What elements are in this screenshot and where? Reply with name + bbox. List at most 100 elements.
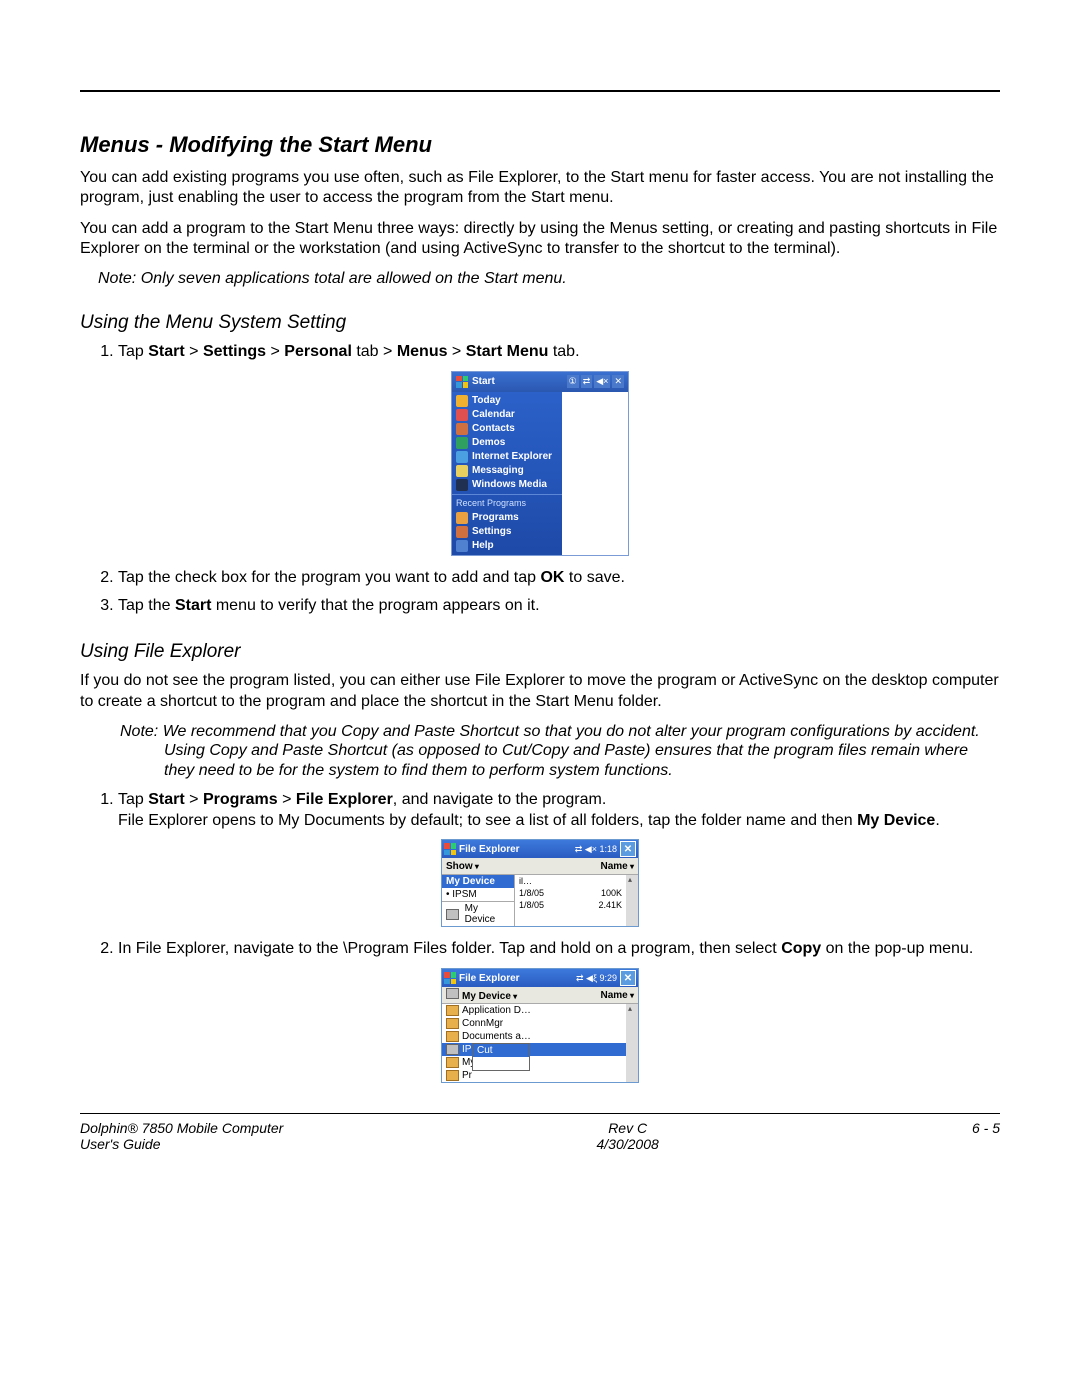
- start-menu-item-media[interactable]: Windows Media: [452, 478, 562, 492]
- windows-logo-icon: [456, 376, 468, 388]
- windows-logo-icon: [444, 843, 456, 855]
- start-menu-item-programs[interactable]: Programs: [452, 511, 562, 525]
- sort-dropdown[interactable]: Name: [601, 861, 635, 872]
- label: Contacts: [472, 423, 515, 434]
- figure-start-menu: Start ① ⇄ ◀× ✕ Today Calendar Contacts D…: [80, 371, 1000, 556]
- folder-icon: [446, 1031, 459, 1042]
- list-item: In File Explorer, navigate to the \Progr…: [118, 939, 1000, 960]
- tray-icon: ◀×: [594, 375, 610, 388]
- context-menu-cut[interactable]: Cut: [473, 1044, 529, 1057]
- label: Pr: [462, 1070, 472, 1081]
- fe-side-my-device[interactable]: My Device: [442, 875, 514, 888]
- product-name: Dolphin® 7850 Mobile Computer: [80, 1120, 283, 1136]
- fe-side-panel: My Device • IPSM My Device: [442, 875, 515, 926]
- fe-title: File Explorer: [459, 973, 573, 984]
- card-icon: [446, 1044, 459, 1055]
- scrollbar[interactable]: [626, 1004, 638, 1082]
- text: >: [266, 343, 284, 360]
- label: My Device: [465, 903, 510, 925]
- date: 1/8/05: [519, 888, 544, 898]
- figure-file-explorer-1: File Explorer ⇄ ◀× 1:18 ✕ Show Name My D…: [80, 839, 1000, 927]
- settings-icon: [456, 526, 468, 538]
- start-menu-item-contacts[interactable]: Contacts: [452, 422, 562, 436]
- programs-icon: [456, 512, 468, 524]
- label: Programs: [472, 512, 519, 523]
- bold-text: Personal: [284, 343, 352, 360]
- numbered-list: In File Explorer, navigate to the \Progr…: [80, 939, 1000, 960]
- close-icon[interactable]: ✕: [620, 970, 636, 986]
- fe-body: Application D… ConnMgr Documents a… IP C…: [442, 1004, 638, 1082]
- text: File Explorer opens to My Documents by d…: [118, 812, 857, 829]
- fe-toolbar: My Device Name: [442, 987, 638, 1004]
- text: >: [185, 791, 203, 808]
- fe-item-connmgr[interactable]: ConnMgr: [442, 1017, 626, 1030]
- text: .: [935, 812, 939, 829]
- fe-body: My Device • IPSM My Device il… 1/8/05100…: [442, 875, 638, 926]
- device-icon: [446, 988, 459, 999]
- sort-dropdown[interactable]: Name: [601, 990, 635, 1001]
- close-icon[interactable]: ✕: [620, 841, 636, 857]
- start-menu-tray: ① ⇄ ◀× ✕: [567, 375, 624, 388]
- label: Application D…: [462, 1005, 531, 1016]
- fe-item-documents[interactable]: Documents a…: [442, 1030, 626, 1043]
- start-menu-item-ie[interactable]: Internet Explorer: [452, 450, 562, 464]
- paragraph: If you do not see the program listed, yo…: [80, 671, 1000, 712]
- fe-row: il…: [515, 875, 626, 887]
- fe-tray: ⇄ ◀× 1:18: [575, 844, 617, 855]
- paragraph: You can add existing programs you use of…: [80, 168, 1000, 209]
- fe-item-application[interactable]: Application D…: [442, 1004, 626, 1017]
- start-menu-item-settings[interactable]: Settings: [452, 525, 562, 539]
- start-menu-item-help[interactable]: Help: [452, 539, 562, 553]
- start-menu-title: Start: [472, 376, 563, 387]
- messaging-icon: [456, 465, 468, 477]
- context-menu-copy[interactable]: Copy: [473, 1057, 529, 1070]
- start-menu-item-demos[interactable]: Demos: [452, 436, 562, 450]
- start-menu-item-messaging[interactable]: Messaging: [452, 464, 562, 478]
- page-footer: Dolphin® 7850 Mobile Computer User's Gui…: [80, 1114, 1000, 1152]
- show-dropdown[interactable]: Show: [446, 861, 479, 872]
- close-icon: ✕: [612, 375, 624, 388]
- fe-item-ip-selected[interactable]: IP Cut Copy ↖: [442, 1043, 626, 1056]
- fe-titlebar: File Explorer ⇄ ◀× 1:18 ✕: [442, 840, 638, 858]
- text: on the pop-up menu.: [821, 940, 973, 957]
- label: Settings: [472, 526, 511, 537]
- ie-icon: [456, 451, 468, 463]
- label: IP: [462, 1044, 471, 1055]
- start-menu-item-calendar[interactable]: Calendar: [452, 408, 562, 422]
- fe-tray: ⇄ ◀ξ 9:29: [576, 973, 617, 984]
- bold-text: Start Menu: [466, 343, 549, 360]
- fe-side-ipsm[interactable]: • IPSM: [442, 888, 514, 901]
- top-rule: [80, 90, 1000, 92]
- text: Tap the: [118, 597, 175, 614]
- revision: Rev C: [597, 1120, 659, 1136]
- date: 4/30/2008: [597, 1136, 659, 1152]
- folder-icon: [446, 1018, 459, 1029]
- fe-side-my-device-2[interactable]: My Device: [442, 902, 514, 926]
- device-icon: [446, 909, 459, 920]
- list-item: Tap the Start menu to verify that the pr…: [118, 596, 1000, 617]
- start-menu-body: Today Calendar Contacts Demos Internet E…: [452, 392, 562, 555]
- label: My Device: [446, 876, 495, 887]
- paragraph: You can add a program to the Start Menu …: [80, 219, 1000, 260]
- bold-text: Start: [148, 791, 184, 808]
- bold-text: OK: [540, 569, 564, 586]
- folder-icon: [446, 1070, 459, 1081]
- path-dropdown[interactable]: My Device: [446, 988, 517, 1002]
- label: • IPSM: [446, 889, 477, 900]
- scrollbar[interactable]: [626, 875, 638, 926]
- figure-file-explorer-2: File Explorer ⇄ ◀ξ 9:29 ✕ My Device Name…: [80, 968, 1000, 1083]
- numbered-list: Tap the check box for the program you wa…: [80, 568, 1000, 618]
- text: menu to verify that the program appears …: [211, 597, 539, 614]
- fe-main-panel: il… 1/8/05100K 1/8/052.41K: [515, 875, 626, 926]
- fe-row: 1/8/052.41K: [515, 899, 626, 911]
- fe-item-my[interactable]: My: [442, 1056, 626, 1069]
- media-icon: [456, 479, 468, 491]
- text: In File Explorer, navigate to the \Progr…: [118, 940, 781, 957]
- label: Calendar: [472, 409, 515, 420]
- start-menu-item-today[interactable]: Today: [452, 394, 562, 408]
- footer-left: Dolphin® 7850 Mobile Computer User's Gui…: [80, 1120, 283, 1152]
- note-text: Note: We recommend that you Copy and Pas…: [120, 722, 1000, 780]
- fe-item-pr[interactable]: Pr: [442, 1069, 626, 1082]
- start-menu-screenshot: Start ① ⇄ ◀× ✕ Today Calendar Contacts D…: [451, 371, 629, 556]
- windows-logo-icon: [444, 972, 456, 984]
